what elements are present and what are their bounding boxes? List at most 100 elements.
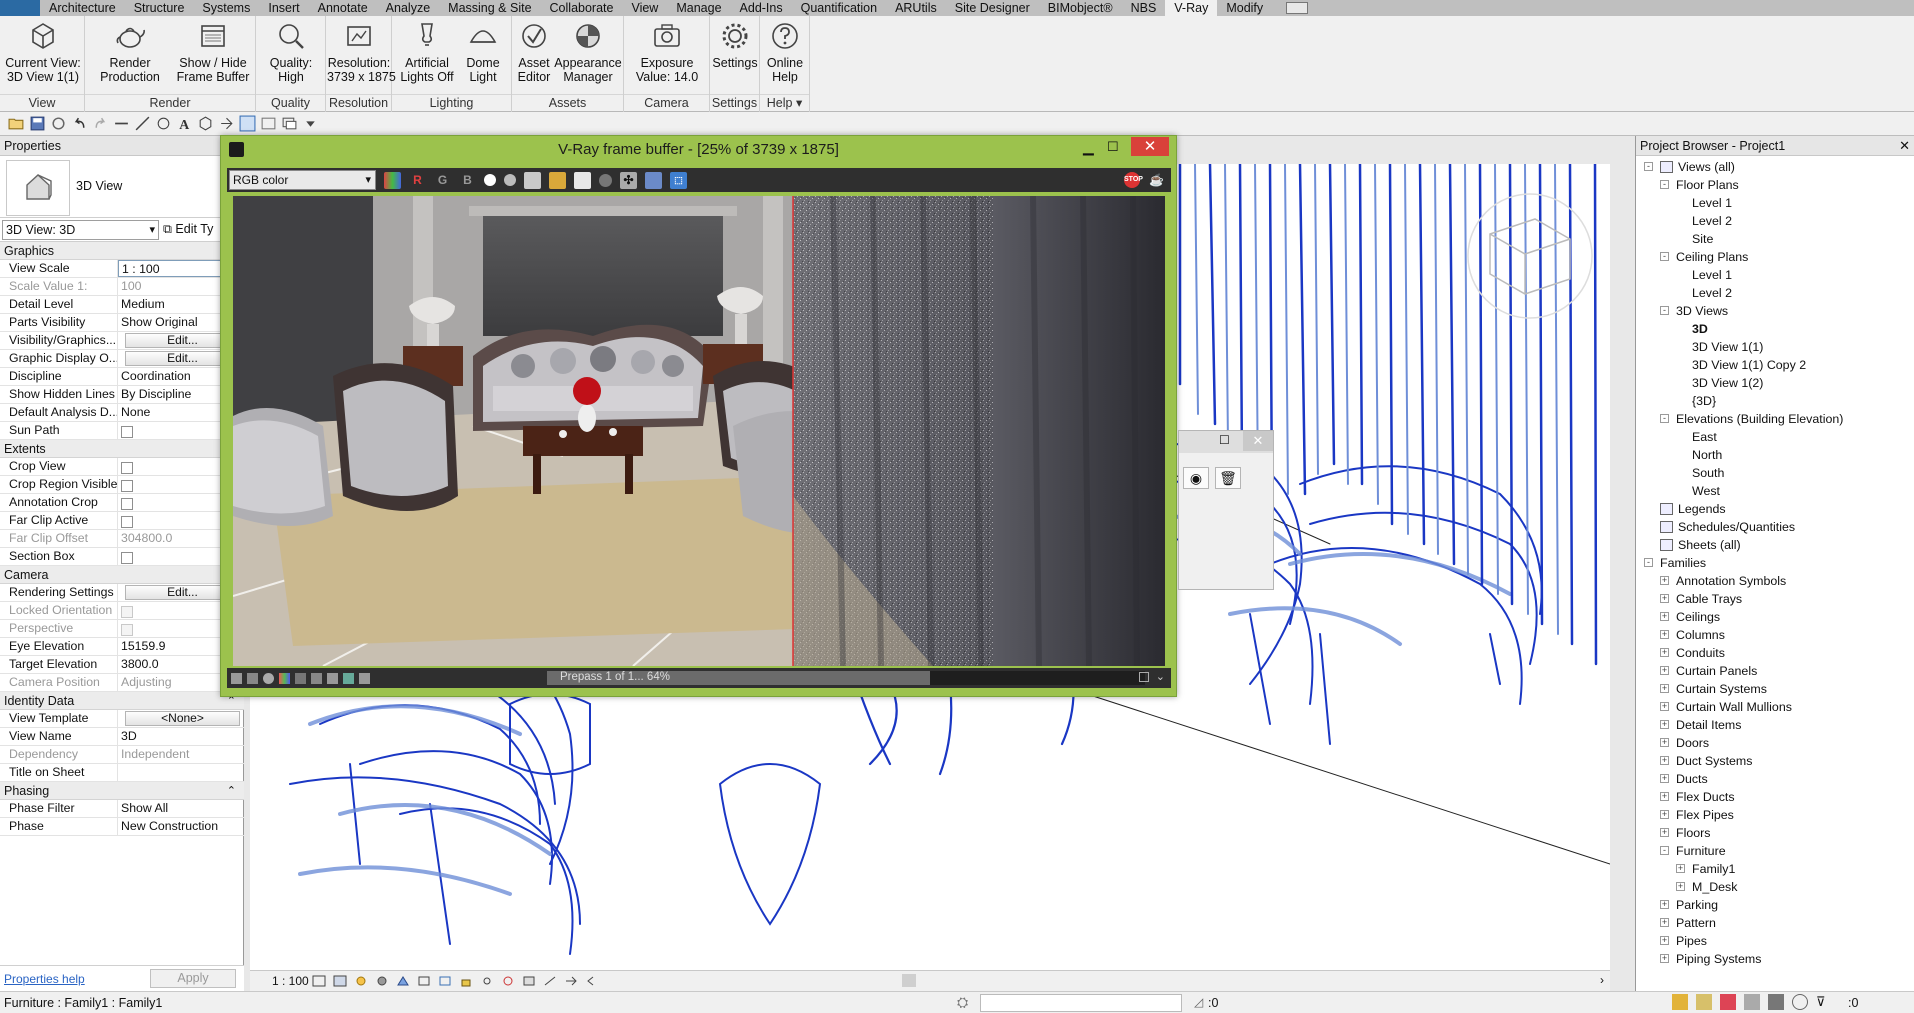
render-teapot-icon[interactable]: ☕ bbox=[1148, 172, 1165, 189]
expand-toggle-icon[interactable]: + bbox=[1660, 810, 1669, 819]
browser-item[interactable]: Schedules/Quantities bbox=[1636, 518, 1914, 536]
open-folder-icon[interactable] bbox=[8, 115, 25, 132]
collapse-toggle-icon[interactable]: - bbox=[1660, 180, 1669, 189]
type-selector[interactable]: 3D View bbox=[0, 156, 243, 218]
expand-toggle-icon[interactable]: + bbox=[1660, 630, 1669, 639]
browser-item[interactable]: + Curtain Panels bbox=[1636, 662, 1914, 680]
expand-toggle-icon[interactable]: + bbox=[1660, 702, 1669, 711]
lock-3d-view-icon[interactable] bbox=[459, 975, 473, 987]
render-last-icon[interactable] bbox=[645, 171, 662, 189]
vfb-title-bar[interactable]: V-Ray frame buffer - [25% of 3739 x 1875… bbox=[221, 136, 1176, 163]
selection-filter-icon[interactable]: ◿ bbox=[1194, 995, 1203, 1009]
scroll-right-arrow[interactable]: › bbox=[1600, 973, 1604, 987]
ribbon-tab-modify[interactable]: Modify bbox=[1217, 0, 1272, 16]
expand-toggle-icon[interactable]: + bbox=[1660, 738, 1669, 747]
property-checkbox[interactable] bbox=[121, 515, 133, 528]
ribbon-tab-v-ray[interactable]: V-Ray bbox=[1165, 0, 1218, 16]
settings-button[interactable]: Settings bbox=[712, 20, 758, 70]
vfb-icon-color-corrections[interactable] bbox=[231, 672, 242, 684]
properties-help-link[interactable]: Properties help bbox=[4, 972, 85, 986]
browser-item[interactable]: East bbox=[1636, 428, 1914, 446]
track-mouse-icon[interactable] bbox=[599, 173, 612, 187]
browser-item[interactable]: Level 2 bbox=[1636, 284, 1914, 302]
ribbon-tab-quantification[interactable]: Quantification bbox=[792, 0, 886, 16]
expand-toggle-icon[interactable]: + bbox=[1676, 882, 1685, 891]
collapse-toggle-icon[interactable]: - bbox=[1660, 252, 1669, 261]
ribbon-tab-annotate[interactable]: Annotate bbox=[309, 0, 377, 16]
property-section-graphics[interactable]: Graphics bbox=[0, 242, 244, 260]
browser-item[interactable]: + Ducts bbox=[1636, 770, 1914, 788]
sync-icon[interactable] bbox=[50, 115, 67, 132]
property-section-phasing[interactable]: Phasing ⌃ bbox=[0, 782, 244, 800]
ribbon-tab-architecture[interactable]: Architecture bbox=[40, 0, 125, 16]
browser-item[interactable]: Level 1 bbox=[1636, 266, 1914, 284]
vfb-icon-compare[interactable] bbox=[327, 672, 338, 684]
filter-icon[interactable]: ⊽ bbox=[1816, 994, 1826, 1010]
resolution-button[interactable]: Resolution: 3739 x 1875 bbox=[327, 20, 396, 84]
property-checkbox[interactable] bbox=[121, 551, 133, 564]
monochrome-icon[interactable] bbox=[504, 174, 516, 186]
frame-buffer-button[interactable]: Show / Hide Frame Buffer bbox=[173, 20, 253, 84]
expand-toggle-icon[interactable]: + bbox=[1660, 774, 1669, 783]
visual-style-icon[interactable] bbox=[333, 975, 347, 987]
vfb-history-icon[interactable]: ⬚ bbox=[670, 171, 687, 189]
expand-toggle-icon[interactable]: + bbox=[1660, 648, 1669, 657]
expand-toggle-icon[interactable]: + bbox=[1660, 612, 1669, 621]
expand-toggle-icon[interactable]: + bbox=[1660, 594, 1669, 603]
vfb-icon-levels[interactable] bbox=[247, 672, 258, 684]
application-menu-button[interactable] bbox=[0, 0, 40, 16]
alpha-channel-icon[interactable] bbox=[484, 174, 496, 186]
ribbon-tab-manage[interactable]: Manage bbox=[667, 0, 730, 16]
browser-item[interactable]: South bbox=[1636, 464, 1914, 482]
collapse-chevron-icon[interactable]: ⌃ bbox=[227, 782, 236, 800]
browser-item[interactable]: + Columns bbox=[1636, 626, 1914, 644]
ribbon-tab-add-ins[interactable]: Add-Ins bbox=[731, 0, 792, 16]
section-icon[interactable] bbox=[218, 115, 235, 132]
select-pinned-icon[interactable] bbox=[1720, 994, 1736, 1010]
vfb-fit-icon[interactable] bbox=[1139, 672, 1149, 682]
load-image-icon[interactable] bbox=[549, 171, 566, 189]
clear-image-icon[interactable] bbox=[574, 171, 591, 189]
expand-toggle-icon[interactable]: + bbox=[1660, 900, 1669, 909]
dialog-maximize-icon[interactable]: ☐ bbox=[1219, 433, 1230, 447]
save-icon[interactable] bbox=[29, 115, 46, 132]
browser-item[interactable]: -3D Views bbox=[1636, 302, 1914, 320]
redo-icon[interactable] bbox=[92, 115, 109, 132]
expand-toggle-icon[interactable]: + bbox=[1660, 918, 1669, 927]
browser-item[interactable]: + Flex Ducts bbox=[1636, 788, 1914, 806]
measure-icon[interactable] bbox=[113, 115, 130, 132]
collapse-toggle-icon[interactable]: - bbox=[1660, 846, 1669, 855]
temporary-hide-icon[interactable] bbox=[480, 975, 494, 987]
ribbon-tab-analyze[interactable]: Analyze bbox=[377, 0, 439, 16]
browser-item[interactable]: + Curtain Wall Mullions bbox=[1636, 698, 1914, 716]
view-instance-dropdown[interactable]: 3D View: 3D bbox=[2, 220, 159, 240]
tag-icon[interactable] bbox=[155, 115, 172, 132]
expand-toggle-icon[interactable]: + bbox=[1676, 864, 1685, 873]
highlight-displacement-icon[interactable] bbox=[564, 975, 578, 987]
browser-item[interactable]: + Ceilings bbox=[1636, 608, 1914, 626]
reveal-hidden-icon[interactable] bbox=[501, 975, 515, 987]
ribbon-tab-systems[interactable]: Systems bbox=[193, 0, 259, 16]
browser-item[interactable]: - Families bbox=[1636, 554, 1914, 572]
worksharing-display-icon[interactable] bbox=[522, 975, 536, 987]
vfb-icon-srgb[interactable] bbox=[279, 672, 290, 684]
vfb-icon-lens-effects[interactable] bbox=[295, 672, 306, 684]
quality-button[interactable]: Quality: High bbox=[260, 20, 322, 84]
render-channel-dropdown[interactable]: RGB color bbox=[229, 170, 376, 190]
green-channel-button[interactable]: G bbox=[434, 172, 451, 189]
select-underlay-icon[interactable] bbox=[1696, 994, 1712, 1010]
apply-button[interactable]: Apply bbox=[150, 969, 236, 988]
vfb-icon-lut[interactable] bbox=[343, 672, 354, 684]
property-section-identity-data[interactable]: Identity Data ⌃ bbox=[0, 692, 244, 710]
color-mode-icon[interactable] bbox=[384, 171, 401, 189]
render-production-button[interactable]: Render Production bbox=[91, 20, 169, 84]
blue-channel-button[interactable]: B bbox=[459, 172, 476, 189]
browser-item[interactable]: + Doors bbox=[1636, 734, 1914, 752]
browser-item[interactable]: 3D bbox=[1636, 320, 1914, 338]
edit-type-button[interactable]: ⧉ Edit Ty bbox=[163, 222, 213, 237]
vfb-close-button[interactable]: ✕ bbox=[1131, 137, 1169, 156]
switch-windows-icon[interactable] bbox=[281, 115, 298, 132]
dome-light-button[interactable]: Dome Light bbox=[458, 20, 508, 84]
select-links-icon[interactable] bbox=[1672, 994, 1688, 1010]
ribbon-tab-site-designer[interactable]: Site Designer bbox=[946, 0, 1039, 16]
